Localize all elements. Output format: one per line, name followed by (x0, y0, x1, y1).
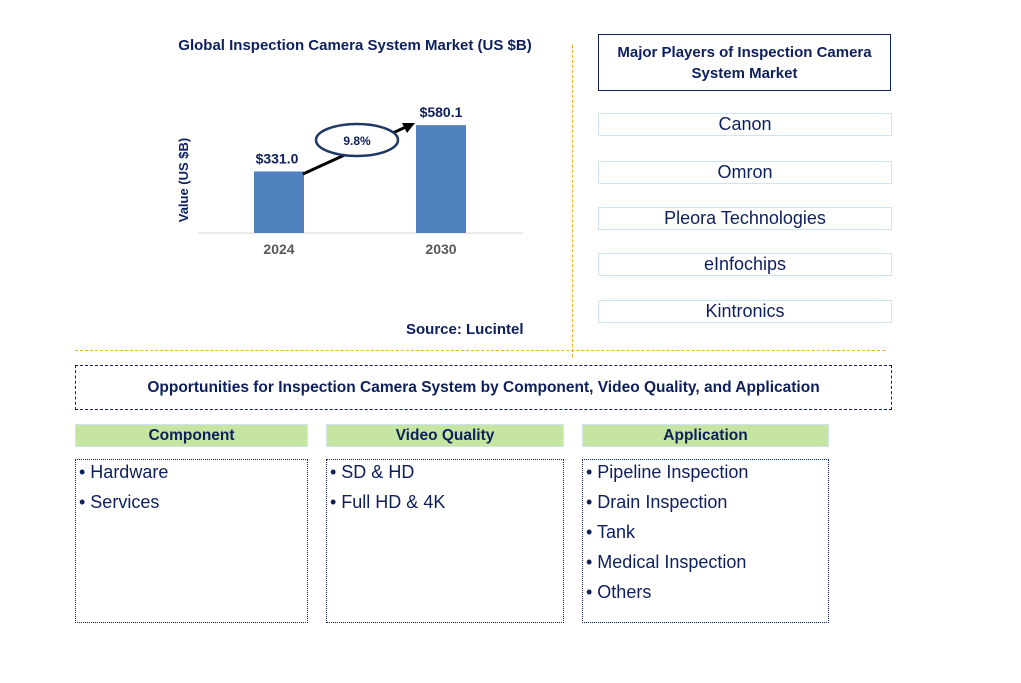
opportunities-title: Opportunities for Inspection Camera Syst… (75, 365, 892, 410)
horizontal-divider (75, 350, 885, 351)
y-axis-label: Value (US $B) (176, 138, 191, 223)
source-label: Source: Lucintel (406, 321, 524, 338)
cagr-annotation: 9.8% (302, 122, 415, 176)
x-tick-label: 2024 (263, 241, 294, 257)
vertical-divider (572, 45, 573, 357)
bar-value-label: $331.0 (256, 150, 299, 166)
player-item: Kintronics (598, 300, 892, 323)
list-item: • Medical Inspection (586, 552, 747, 572)
bar-value-label: $580.1 (420, 104, 463, 120)
player-item: Omron (598, 161, 892, 184)
x-tick-label: 2030 (425, 241, 456, 257)
category-list-video-quality: • SD & HD • Full HD & 4K (326, 459, 564, 623)
list-item: • Tank (586, 522, 635, 542)
player-item: Pleora Technologies (598, 207, 892, 230)
category-header-video-quality: Video Quality (326, 424, 564, 447)
category-header-application: Application (582, 424, 829, 447)
list-item: • SD & HD (330, 462, 415, 482)
player-item: Canon (598, 113, 892, 136)
chart-title: Global Inspection Camera System Market (… (178, 37, 532, 54)
bar-2030 (416, 125, 466, 233)
list-item: • Full HD & 4K (330, 492, 446, 512)
category-list-component: • Hardware • Services (75, 459, 308, 623)
cagr-label: 9.8% (343, 134, 371, 148)
list-item: • Drain Inspection (586, 492, 728, 512)
list-item: • Services (79, 492, 160, 512)
category-list-application: • Pipeline Inspection • Drain Inspection… (582, 459, 829, 623)
bar-chart: Value (US $B) $331.0 2024 $580.1 2030 9.8% (176, 104, 523, 257)
list-item: • Pipeline Inspection (586, 462, 749, 482)
list-item: • Others (586, 582, 652, 602)
players-title: Major Players of Inspection Camera Syste… (598, 34, 891, 91)
bar-2024 (254, 171, 304, 233)
player-item: eInfochips (598, 253, 892, 276)
list-item: • Hardware (79, 462, 169, 482)
category-header-component: Component (75, 424, 308, 447)
